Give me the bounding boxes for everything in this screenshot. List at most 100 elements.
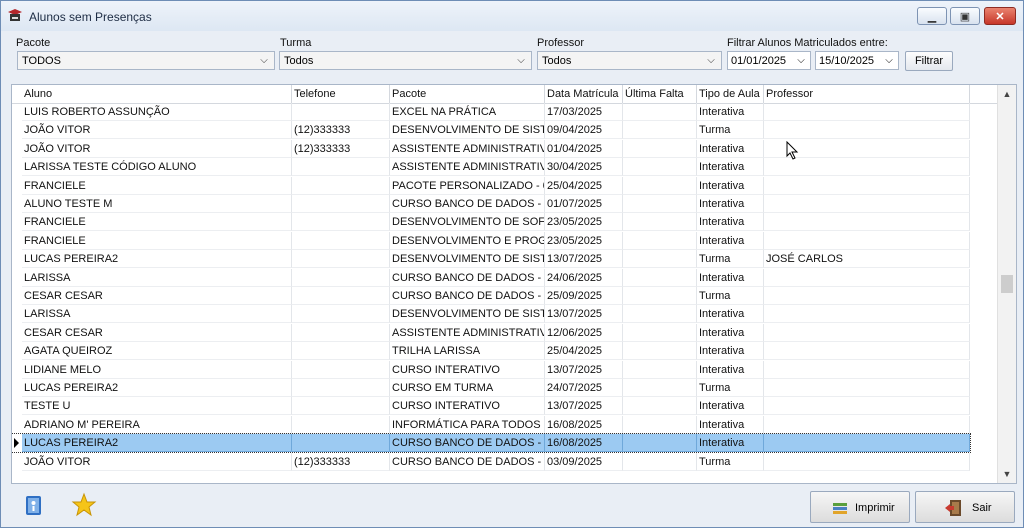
cell-aluno[interactable]: FRANCIELE bbox=[22, 231, 292, 250]
end-date-picker[interactable]: 15/10/2025 ⌵ bbox=[815, 51, 899, 70]
cell-pacote[interactable]: CURSO BANCO DE DADOS - SC bbox=[390, 268, 545, 287]
cell-professor[interactable] bbox=[764, 305, 970, 324]
cell-ultima-falta[interactable] bbox=[623, 195, 697, 213]
cell-professor[interactable] bbox=[764, 195, 970, 213]
cell-professor[interactable] bbox=[764, 342, 970, 361]
cell-data-matricula[interactable]: 12/06/2025 bbox=[545, 323, 623, 342]
cell-ultima-falta[interactable] bbox=[623, 305, 697, 324]
cell-professor[interactable] bbox=[764, 452, 970, 471]
cell-aluno[interactable]: LUCAS PEREIRA2 bbox=[22, 434, 292, 453]
cell-ultima-falta[interactable] bbox=[623, 287, 697, 305]
cell-tipo-de-aula[interactable]: Interativa bbox=[697, 195, 764, 213]
cell-ultima-falta[interactable] bbox=[623, 268, 697, 287]
cell-aluno[interactable]: JOÃO VITOR bbox=[22, 121, 292, 140]
cell-tipo-de-aula[interactable]: Turma bbox=[697, 121, 764, 140]
cell-pacote[interactable]: ASSISTENTE ADMINISTRATIVO bbox=[390, 139, 545, 158]
cell-tipo-de-aula[interactable]: Interativa bbox=[697, 397, 764, 416]
column-header-data-matricula[interactable]: Data Matrícula bbox=[545, 85, 623, 103]
cell-telefone[interactable] bbox=[292, 360, 390, 379]
scroll-up-icon[interactable]: ▲ bbox=[998, 85, 1016, 103]
table-row[interactable]: LIDIANE MELO CURSO INTERATIVO 13/07/2025 In… bbox=[12, 360, 970, 379]
table-row[interactable]: CESAR CESAR ASSISTENTE ADMINISTRATIVO 12/0… bbox=[12, 323, 970, 342]
cell-ultima-falta[interactable] bbox=[623, 231, 697, 250]
cell-ultima-falta[interactable] bbox=[623, 323, 697, 342]
cell-professor[interactable] bbox=[764, 121, 970, 140]
cell-pacote[interactable]: TRILHA LARISSA bbox=[390, 342, 545, 361]
cell-aluno[interactable]: LUIS ROBERTO ASSUNÇÃO bbox=[22, 103, 292, 121]
cell-pacote[interactable]: CURSO BANCO DE DADOS - SC bbox=[390, 434, 545, 453]
cell-telefone[interactable] bbox=[292, 250, 390, 269]
filter-button[interactable]: Filtrar bbox=[905, 51, 953, 71]
column-header-aluno[interactable]: Aluno bbox=[22, 85, 292, 103]
cell-telefone[interactable] bbox=[292, 176, 390, 195]
table-row[interactable]: FRANCIELE DESENVOLVIMENTO E PROGRA23/05/2… bbox=[12, 231, 970, 250]
cell-aluno[interactable]: LIDIANE MELO bbox=[22, 360, 292, 379]
cell-tipo-de-aula[interactable]: Turma bbox=[697, 287, 764, 305]
table-row[interactable]: LARISSA CURSO BANCO DE DADOS - SC 24/06/20… bbox=[12, 268, 970, 287]
cell-ultima-falta[interactable] bbox=[623, 415, 697, 434]
cell-tipo-de-aula[interactable]: Turma bbox=[697, 452, 764, 471]
cell-telefone[interactable] bbox=[292, 268, 390, 287]
table-row[interactable]: JOÃO VITOR (12)333333 ASSISTENTE ADMINISTR… bbox=[12, 139, 970, 158]
cell-professor[interactable] bbox=[764, 415, 970, 434]
cell-ultima-falta[interactable] bbox=[623, 176, 697, 195]
cell-data-matricula[interactable]: 25/04/2025 bbox=[545, 176, 623, 195]
professor-select[interactable]: Todos ⌵ bbox=[537, 51, 722, 70]
cell-telefone[interactable] bbox=[292, 195, 390, 213]
cell-data-matricula[interactable]: 24/06/2025 bbox=[545, 268, 623, 287]
cell-aluno[interactable]: ALUNO TESTE M bbox=[22, 195, 292, 213]
table-row[interactable]: TESTE U CURSO INTERATIVO 13/07/2025 Interat… bbox=[12, 397, 970, 416]
close-button[interactable]: ✕ bbox=[984, 7, 1016, 25]
cell-tipo-de-aula[interactable]: Interativa bbox=[697, 342, 764, 361]
cell-data-matricula[interactable]: 17/03/2025 bbox=[545, 103, 623, 121]
cell-aluno[interactable]: CESAR CESAR bbox=[22, 323, 292, 342]
table-row[interactable]: FRANCIELE DESENVOLVIMENTO DE SOFTW23/05/2… bbox=[12, 213, 970, 232]
column-header-telefone[interactable]: Telefone bbox=[292, 85, 390, 103]
vertical-scrollbar[interactable]: ▲ ▼ bbox=[997, 85, 1016, 483]
maximize-button[interactable]: ▣ bbox=[950, 7, 980, 25]
cell-tipo-de-aula[interactable]: Interativa bbox=[697, 360, 764, 379]
cell-tipo-de-aula[interactable]: Interativa bbox=[697, 139, 764, 158]
start-date-picker[interactable]: 01/01/2025 ⌵ bbox=[727, 51, 811, 70]
cell-professor[interactable]: JOSÉ CARLOS bbox=[764, 250, 970, 269]
cell-telefone[interactable] bbox=[292, 323, 390, 342]
cell-professor[interactable] bbox=[764, 323, 970, 342]
cell-aluno[interactable]: TESTE U bbox=[22, 397, 292, 416]
scroll-down-icon[interactable]: ▼ bbox=[998, 465, 1016, 483]
cell-ultima-falta[interactable] bbox=[623, 121, 697, 140]
star-icon[interactable] bbox=[71, 492, 97, 518]
column-header-tipo-de-aula[interactable]: Tipo de Aula bbox=[697, 85, 764, 103]
cell-ultima-falta[interactable] bbox=[623, 342, 697, 361]
table-row[interactable]: CESAR CESAR CURSO BANCO DE DADOS - SC 25/0… bbox=[12, 287, 970, 305]
cell-ultima-falta[interactable] bbox=[623, 452, 697, 471]
cell-telefone[interactable]: (12)333333 bbox=[292, 452, 390, 471]
table-row[interactable]: LUCAS PEREIRA2 CURSO EM TURMA 24/07/2025 Tu… bbox=[12, 379, 970, 397]
cell-aluno[interactable]: ADRIANO M' PEREIRA bbox=[22, 415, 292, 434]
cell-data-matricula[interactable]: 13/07/2025 bbox=[545, 250, 623, 269]
cell-ultima-falta[interactable] bbox=[623, 397, 697, 416]
cell-ultima-falta[interactable] bbox=[623, 250, 697, 269]
cell-pacote[interactable]: ASSISTENTE ADMINISTRATIVO bbox=[390, 323, 545, 342]
cell-tipo-de-aula[interactable]: Interativa bbox=[697, 415, 764, 434]
cell-professor[interactable] bbox=[764, 434, 970, 453]
cell-pacote[interactable]: CURSO BANCO DE DADOS - SC bbox=[390, 195, 545, 213]
column-header-pacote[interactable]: Pacote bbox=[390, 85, 545, 103]
cell-pacote[interactable]: DESENVOLVIMENTO DE SISTEM bbox=[390, 305, 545, 324]
cell-telefone[interactable] bbox=[292, 415, 390, 434]
cell-data-matricula[interactable]: 23/05/2025 bbox=[545, 213, 623, 232]
cell-tipo-de-aula[interactable]: Interativa bbox=[697, 305, 764, 324]
cell-ultima-falta[interactable] bbox=[623, 158, 697, 177]
cell-tipo-de-aula[interactable]: Interativa bbox=[697, 268, 764, 287]
cell-ultima-falta[interactable] bbox=[623, 103, 697, 121]
cell-aluno[interactable]: AGATA QUEIROZ bbox=[22, 342, 292, 361]
cell-ultima-falta[interactable] bbox=[623, 434, 697, 453]
cell-telefone[interactable] bbox=[292, 342, 390, 361]
cell-pacote[interactable]: INFORMÁTICA PARA TODOS bbox=[390, 415, 545, 434]
cell-data-matricula[interactable]: 13/07/2025 bbox=[545, 360, 623, 379]
table-row[interactable]: AGATA QUEIROZ TRILHA LARISSA 25/04/2025 Int… bbox=[12, 342, 970, 361]
cell-telefone[interactable] bbox=[292, 287, 390, 305]
cell-ultima-falta[interactable] bbox=[623, 213, 697, 232]
cell-data-matricula[interactable]: 01/07/2025 bbox=[545, 195, 623, 213]
cell-aluno[interactable]: FRANCIELE bbox=[22, 176, 292, 195]
cell-aluno[interactable]: LUCAS PEREIRA2 bbox=[22, 250, 292, 269]
